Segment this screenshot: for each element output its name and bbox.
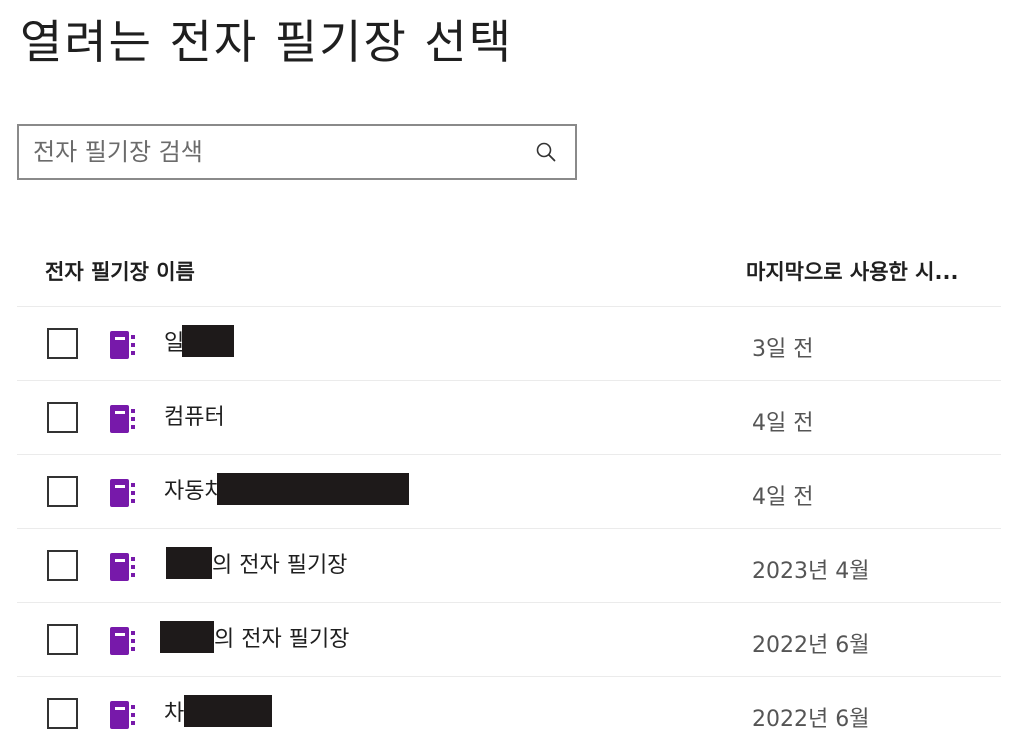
onenote-notebook-icon xyxy=(110,405,135,433)
notebook-row[interactable]: 의 전자 필기장 2022년 6월 xyxy=(17,603,1001,677)
notebook-row[interactable]: 의 전자 필기장 2023년 4월 xyxy=(17,529,1001,603)
redaction-block xyxy=(216,473,409,505)
last-used-date: 3일 전 xyxy=(752,337,814,362)
notebook-name-text: 컴퓨터 xyxy=(164,405,225,430)
redaction-block xyxy=(166,547,212,579)
notebook-name-suffix: 의 전자 필기장 xyxy=(212,553,348,578)
onenote-notebook-icon xyxy=(110,701,135,729)
notebook-name: 자동차 xyxy=(164,473,409,505)
notebook-name: 차 xyxy=(164,695,273,727)
last-used-date: 4일 전 xyxy=(752,411,814,436)
notebook-name-text: 자동차 xyxy=(164,479,225,504)
notebook-name: 의 전자 필기장 xyxy=(160,621,350,653)
last-used-date: 2022년 6월 xyxy=(752,707,870,732)
onenote-notebook-icon xyxy=(110,627,135,655)
notebook-list: 일 3일 전 컴퓨터 4일 전 자동차 4일 전 의 전자 필기장 2023년 … xyxy=(17,307,1001,749)
notebook-row[interactable]: 자동차 4일 전 xyxy=(17,455,1001,529)
search-icon[interactable] xyxy=(535,141,557,163)
last-used-date: 4일 전 xyxy=(752,485,814,510)
column-header-name[interactable]: 전자 필기장 이름 xyxy=(45,256,195,286)
row-checkbox[interactable] xyxy=(47,402,78,433)
onenote-notebook-icon xyxy=(110,553,135,581)
notebook-name-suffix: 의 전자 필기장 xyxy=(214,627,350,652)
notebook-name: 일 xyxy=(164,325,235,357)
row-checkbox[interactable] xyxy=(47,476,78,507)
notebook-row[interactable]: 일 3일 전 xyxy=(17,307,1001,381)
row-checkbox[interactable] xyxy=(47,550,78,581)
row-checkbox[interactable] xyxy=(47,624,78,655)
notebook-name-text: 차 xyxy=(164,701,185,726)
last-used-date: 2023년 4월 xyxy=(752,559,870,584)
column-header-last-used[interactable]: 마지막으로 사용한 시... xyxy=(746,256,958,286)
notebook-picker-dialog: 열려는 전자 필기장 선택 전자 필기장 이름 마지막으로 사용한 시... 일 xyxy=(0,0,1020,749)
redaction-block xyxy=(182,325,235,357)
notebook-row[interactable]: 차 2022년 6월 xyxy=(17,677,1001,749)
redaction-block xyxy=(184,695,273,727)
notebook-row[interactable]: 컴퓨터 4일 전 xyxy=(17,381,1001,455)
notebook-name: 의 전자 필기장 xyxy=(164,547,347,579)
notebook-name: 컴퓨터 xyxy=(164,399,225,431)
search-box[interactable] xyxy=(17,124,577,180)
page-title: 열려는 전자 필기장 선택 xyxy=(20,15,514,69)
onenote-notebook-icon xyxy=(110,331,135,359)
search-input[interactable] xyxy=(19,126,519,178)
last-used-date: 2022년 6월 xyxy=(752,633,870,658)
row-checkbox[interactable] xyxy=(47,328,78,359)
onenote-notebook-icon xyxy=(110,479,135,507)
row-checkbox[interactable] xyxy=(47,698,78,729)
table-header: 전자 필기장 이름 마지막으로 사용한 시... xyxy=(17,240,1001,307)
redaction-block xyxy=(160,621,214,653)
notebook-name-text: 일 xyxy=(164,331,185,356)
